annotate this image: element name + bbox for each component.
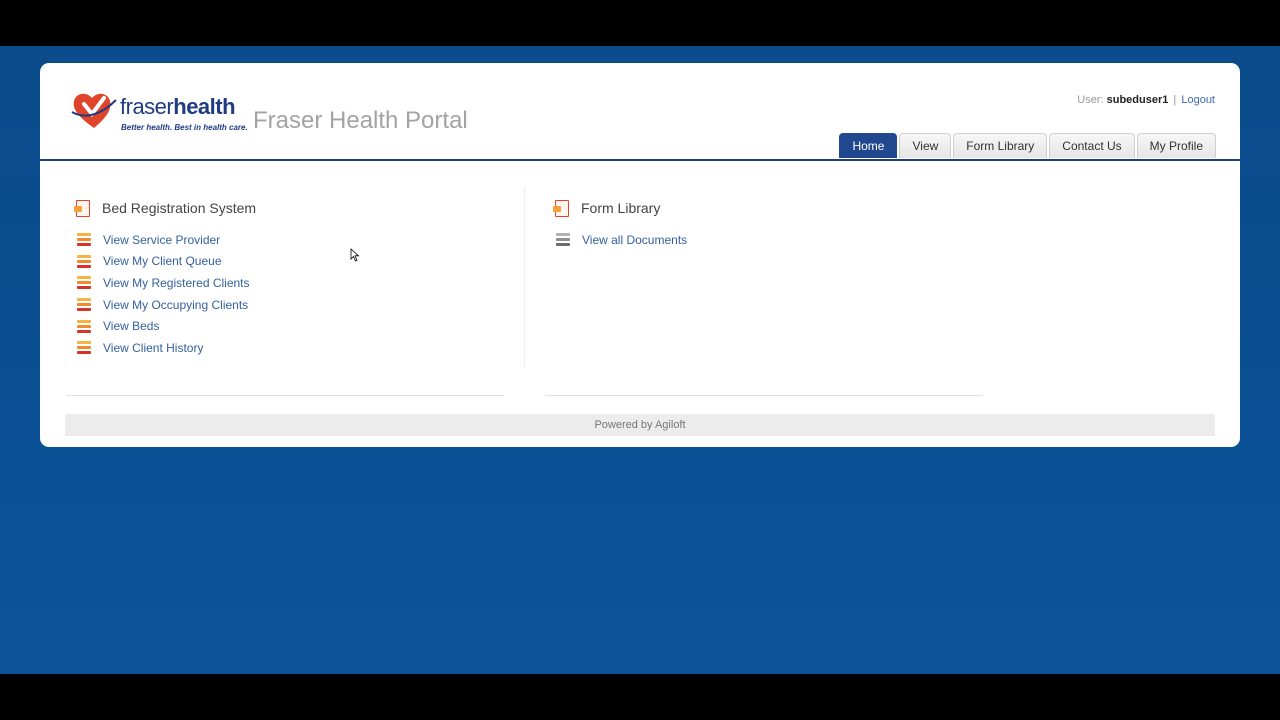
view-my-registered-clients-link[interactable]: View My Registered Clients <box>103 276 250 290</box>
view-my-occupying-clients-link[interactable]: View My Occupying Clients <box>103 298 248 312</box>
list-item: View Beds <box>77 315 250 337</box>
tab-my-profile[interactable]: My Profile <box>1136 133 1216 158</box>
logout-link[interactable]: Logout <box>1181 94 1215 106</box>
document-icon <box>553 199 569 217</box>
logo-tagline: Better health. Best in health care. <box>121 123 248 132</box>
footer: Powered by Agiloft <box>65 414 1215 436</box>
view-client-history-link[interactable]: View Client History <box>103 341 203 355</box>
view-all-documents-link[interactable]: View all Documents <box>582 233 687 247</box>
section-header: Bed Registration System <box>74 199 256 217</box>
fraser-health-logo[interactable]: fraserhealth Better health. Best in heal… <box>70 90 248 136</box>
user-label: User: <box>1077 94 1104 106</box>
list-item: View Client History <box>77 337 250 359</box>
tab-view[interactable]: View <box>899 133 952 158</box>
view-my-client-queue-link[interactable]: View My Client Queue <box>103 254 222 268</box>
tab-form-library[interactable]: Form Library <box>953 133 1048 158</box>
username: subeduser1 <box>1106 94 1169 106</box>
stack-icon <box>77 319 91 333</box>
stack-icon <box>77 233 91 247</box>
section-header: Form Library <box>553 199 660 217</box>
letterbox-top <box>0 0 1280 46</box>
view-beds-link[interactable]: View Beds <box>103 319 159 333</box>
list-item: View My Occupying Clients <box>77 294 250 316</box>
stack-icon <box>556 233 570 247</box>
bed-registration-section: Bed Registration System View Service Pro… <box>66 185 504 396</box>
user-info: User: subeduser1 | Logout <box>1077 94 1215 106</box>
page-background: fraserhealth Better health. Best in heal… <box>0 46 1280 674</box>
list-item: View My Client Queue <box>77 251 250 273</box>
document-icon <box>74 199 90 217</box>
stack-icon <box>77 276 91 290</box>
list-item: View all Documents <box>556 229 687 251</box>
column-divider <box>524 187 525 367</box>
stack-icon <box>77 298 91 312</box>
portal-header: fraserhealth Better health. Best in heal… <box>40 63 1240 161</box>
bed-registration-links: View Service Provider View My Client Que… <box>77 229 250 359</box>
stack-icon <box>77 254 91 268</box>
form-library-links: View all Documents <box>556 229 687 251</box>
portal-panel: fraserhealth Better health. Best in heal… <box>40 63 1240 447</box>
view-service-provider-link[interactable]: View Service Provider <box>103 233 220 247</box>
section-title: Bed Registration System <box>102 200 257 216</box>
main-tabs: Home View Form Library Contact Us My Pro… <box>839 133 1216 159</box>
tab-contact-us[interactable]: Contact Us <box>1049 133 1135 158</box>
user-separator: | <box>1173 94 1177 106</box>
mouse-cursor-icon <box>350 248 360 262</box>
tab-home[interactable]: Home <box>839 133 898 158</box>
heart-logo-icon <box>71 93 117 128</box>
section-title: Form Library <box>581 200 661 216</box>
stack-icon <box>77 341 91 355</box>
list-item: View My Registered Clients <box>77 272 250 294</box>
page-title: Fraser Health Portal <box>253 107 468 134</box>
letterbox-bottom <box>0 674 1280 720</box>
list-item: View Service Provider <box>77 229 250 251</box>
logo-wordmark: fraserhealth <box>120 94 236 119</box>
form-library-section: Form Library View all Documents <box>545 185 983 396</box>
